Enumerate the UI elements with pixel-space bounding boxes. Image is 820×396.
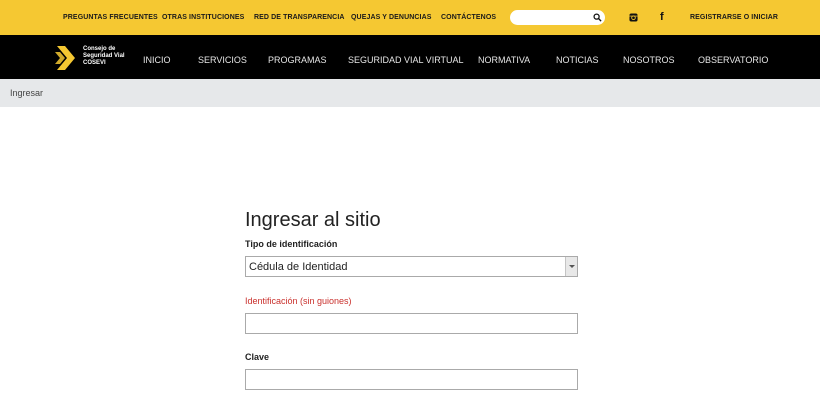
id-type-selected-value: Cédula de Identidad — [249, 261, 348, 273]
nav-servicios[interactable]: SERVICIOS — [198, 55, 247, 65]
link-preguntas-frecuentes[interactable]: PREGUNTAS FRECUENTES — [63, 14, 158, 21]
id-number-label: Identificación (sin guiones) — [245, 296, 352, 306]
id-type-select[interactable]: Cédula de Identidad — [245, 256, 578, 277]
id-number-field[interactable] — [245, 313, 578, 334]
nav-seguridad-vial-virtual[interactable]: SEGURIDAD VIAL VIRTUAL — [348, 55, 464, 65]
nav-nosotros[interactable]: NOSOTROS — [623, 55, 675, 65]
nav-programas[interactable]: PROGRAMAS — [268, 55, 327, 65]
page-title: Ingresar al sitio — [245, 209, 381, 231]
link-otras-instituciones[interactable]: OTRAS INSTITUCIONES — [162, 14, 244, 21]
search-input[interactable] — [510, 10, 605, 25]
brand-name[interactable]: Consejo de Seguridad Vial COSEVI — [83, 46, 128, 67]
register-login-link[interactable]: REGISTRARSE O INICIAR — [690, 14, 778, 21]
password-field[interactable] — [245, 369, 578, 390]
link-contactenos[interactable]: CONTÁCTENOS — [441, 14, 496, 21]
nav-normativa[interactable]: NORMATIVA — [478, 55, 530, 65]
link-quejas-y-denuncias[interactable]: QUEJAS Y DENUNCIAS — [351, 14, 432, 21]
nav-observatorio[interactable]: OBSERVATORIO — [698, 55, 768, 65]
chevron-down-icon[interactable] — [565, 257, 577, 276]
facebook-icon[interactable]: f — [660, 11, 664, 23]
search-icon[interactable] — [593, 13, 602, 22]
main-nav: Consejo de Seguridad Vial COSEVI INICIO … — [0, 35, 820, 79]
nav-noticias[interactable]: NOTICIAS — [556, 55, 599, 65]
cosevi-logo-icon[interactable] — [55, 44, 79, 72]
link-red-de-transparencia[interactable]: RED DE TRANSPARENCIA — [254, 14, 345, 21]
brand-line-3: COSEVI — [83, 60, 106, 66]
brand-line-1: Consejo de — [83, 46, 116, 52]
brand-line-2: Seguridad Vial — [83, 53, 125, 59]
instagram-icon[interactable] — [629, 13, 638, 22]
utility-bar: PREGUNTAS FRECUENTES OTRAS INSTITUCIONES… — [0, 0, 820, 35]
password-label: Clave — [245, 352, 270, 362]
id-type-label: Tipo de identificación — [245, 239, 338, 249]
nav-inicio[interactable]: INICIO — [143, 55, 171, 65]
breadcrumb: Ingresar — [0, 79, 820, 107]
breadcrumb-current: Ingresar — [10, 88, 44, 98]
